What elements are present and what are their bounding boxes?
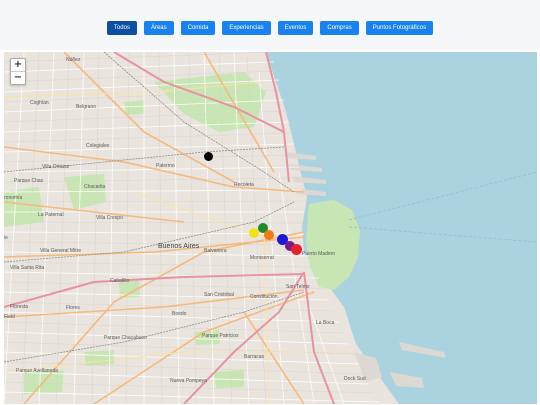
marker-black[interactable] bbox=[204, 152, 213, 161]
label-nunez: Núñez bbox=[66, 57, 81, 63]
label-boedo: Boedo bbox=[172, 311, 187, 317]
filter-compras-button[interactable]: Compras bbox=[320, 21, 359, 35]
label-la-paternal: La Paternal bbox=[38, 212, 64, 218]
filter-todos-button[interactable]: Todos bbox=[106, 21, 137, 35]
label-field: Field bbox=[4, 314, 15, 320]
label-agronomia: ronomía bbox=[4, 195, 23, 201]
label-montserrat: Montserrat bbox=[250, 255, 274, 261]
label-parque-patricios: Parque Patricios bbox=[202, 333, 239, 339]
label-colegiales: Colegiales bbox=[86, 143, 110, 149]
label-buenos-aires: Buenos Aires bbox=[158, 243, 200, 250]
label-villa-crespo: Villa Crespo bbox=[96, 215, 123, 221]
label-parque-chacabuco: Parque Chacabuco bbox=[104, 335, 147, 341]
label-parque-chas: Parque Chas bbox=[14, 178, 44, 184]
label-ie: ie bbox=[4, 235, 8, 241]
zoom-out-button[interactable]: − bbox=[11, 71, 25, 84]
label-villa-ortuzar: Villa Ortúzar bbox=[42, 164, 70, 170]
label-san-telmo: San Telmo bbox=[286, 284, 310, 290]
marker-red[interactable] bbox=[291, 244, 302, 255]
zoom-in-button[interactable]: + bbox=[11, 59, 25, 71]
label-san-cristobal: San Cristóbal bbox=[204, 292, 235, 298]
label-villa-santa-rita: Villa Santa Rita bbox=[10, 265, 45, 271]
filter-experiencias-button[interactable]: Experiencias bbox=[222, 21, 271, 35]
label-nueva-pompeya: Nueva Pompeya bbox=[170, 378, 207, 384]
filter-buttons: Todos Áreas Comida Experiencias Eventos … bbox=[0, 21, 540, 35]
filter-comida-button[interactable]: Comida bbox=[180, 21, 216, 35]
marker-orange[interactable] bbox=[264, 230, 274, 240]
zoom-control: + − bbox=[10, 58, 26, 85]
label-parque-avellaneda: Parque Avellaneda bbox=[16, 368, 58, 374]
label-palermo: Palermo bbox=[156, 163, 175, 169]
label-recoleta: Recoleta bbox=[234, 182, 254, 188]
label-coghlan: Coghlan bbox=[30, 100, 49, 106]
label-villa-general-mitre: Villa General Mitre bbox=[40, 248, 82, 254]
filter-bar: Todos Áreas Comida Experiencias Eventos … bbox=[0, 0, 540, 50]
label-la-boca: La Boca bbox=[316, 320, 335, 326]
filter-puntos-fotograficos-button[interactable]: Puntos Fotográficos bbox=[365, 21, 434, 35]
filter-eventos-button[interactable]: Eventos bbox=[277, 21, 314, 35]
label-caballito: Caballito bbox=[110, 278, 130, 284]
filter-areas-button[interactable]: Áreas bbox=[143, 21, 174, 35]
label-dock-sud: Dock Sud bbox=[344, 376, 366, 382]
label-chacarita: Chacarita bbox=[84, 184, 106, 190]
label-flores: Flores bbox=[66, 305, 80, 311]
label-constitucion: Constitución bbox=[250, 294, 278, 300]
label-belgrano: Belgrano bbox=[76, 104, 97, 110]
label-barracas: Barracas bbox=[244, 354, 265, 360]
label-puerto-madero: Puerto Madero bbox=[302, 251, 336, 257]
label-balvanera: Balvanera bbox=[204, 248, 227, 254]
map[interactable]: + − Núñez Coghlan Belgrano Colegiales Vi… bbox=[4, 52, 537, 404]
label-floresta: Floresta bbox=[10, 304, 29, 310]
